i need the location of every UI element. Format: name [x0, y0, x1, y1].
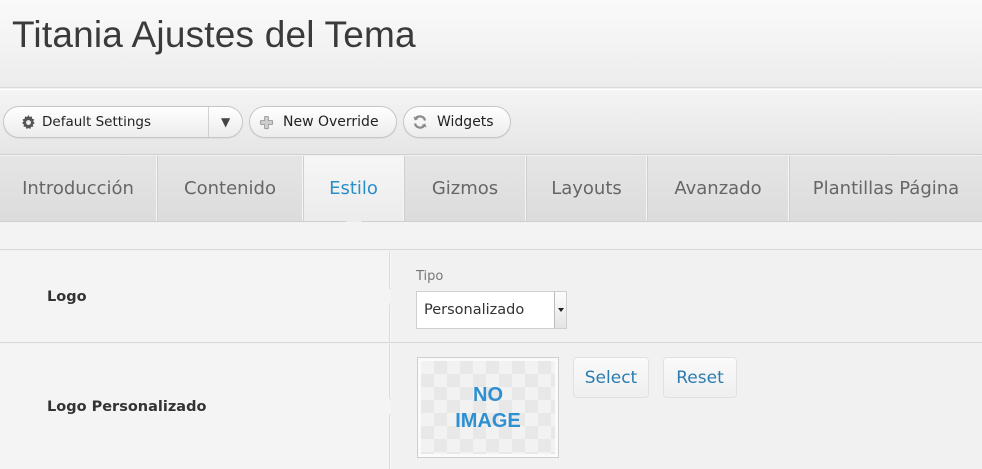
chevron-down-icon[interactable]: ▼	[208, 107, 242, 137]
settings-dropdown[interactable]: Default Settings ▼	[3, 106, 243, 138]
tab-bar: Introducción Contenido Estilo Gizmos Lay…	[0, 156, 982, 229]
tab-estilo[interactable]: Estilo	[304, 156, 404, 229]
tab-avanzado[interactable]: Avanzado	[648, 156, 789, 221]
refresh-icon	[413, 115, 427, 129]
logo-image-preview: NO IMAGE	[417, 357, 559, 458]
gear-icon	[22, 114, 35, 129]
select-arrow-icon[interactable]	[554, 292, 566, 328]
custom-logo-row-content: NO IMAGE Select Reset	[391, 344, 982, 469]
widgets-button[interactable]: Widgets	[403, 106, 511, 138]
widgets-label: Widgets	[437, 114, 494, 130]
tab-plantillas-pagina[interactable]: Plantillas Página	[790, 156, 982, 221]
logo-row: Logo Tipo Personalizado	[0, 251, 982, 343]
plus-icon	[259, 115, 274, 129]
tab-introduccion[interactable]: Introducción	[0, 156, 157, 221]
settings-dropdown-label: Default Settings	[42, 114, 151, 130]
tab-gizmos[interactable]: Gizmos	[405, 156, 526, 221]
type-field-label: Tipo	[416, 269, 444, 284]
page-title: Titania Ajustes del Tema	[12, 14, 416, 55]
no-image-text-line1: NO	[473, 383, 503, 406]
reset-image-button[interactable]: Reset	[663, 357, 737, 398]
toolbar: Default Settings ▼ New Override Widgets	[0, 89, 982, 155]
content-spacer	[0, 222, 982, 250]
page-header: Titania Ajustes del Tema	[0, 0, 982, 88]
tab-contenido[interactable]: Contenido	[158, 156, 303, 221]
logo-type-select[interactable]: Personalizado	[416, 291, 567, 329]
custom-logo-row: Logo Personalizado NO IMAGE Select Reset	[0, 344, 982, 469]
new-override-label: New Override	[283, 114, 379, 130]
logo-type-value: Personalizado	[424, 302, 525, 318]
tab-layouts[interactable]: Layouts	[527, 156, 647, 221]
no-image-text-line2: IMAGE	[455, 409, 521, 432]
logo-row-content: Tipo Personalizado	[391, 251, 982, 342]
new-override-button[interactable]: New Override	[249, 106, 397, 138]
select-image-button[interactable]: Select	[573, 357, 649, 398]
no-image-placeholder: NO IMAGE	[421, 361, 555, 454]
custom-logo-row-label: Logo Personalizado	[0, 344, 390, 469]
logo-row-label: Logo	[0, 251, 390, 342]
settings-dropdown-main[interactable]: Default Settings	[4, 107, 208, 137]
